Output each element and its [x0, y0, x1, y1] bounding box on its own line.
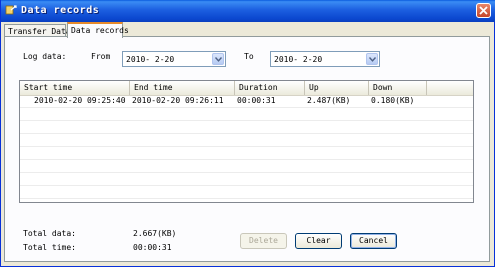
- from-date-select[interactable]: 2010- 2-20: [122, 51, 226, 67]
- total-time-value: 00:00:31: [133, 243, 172, 252]
- column-start-time[interactable]: Start time: [20, 81, 130, 95]
- cell-duration: 00:00:31: [237, 96, 276, 105]
- column-filler: [427, 81, 473, 95]
- to-date-value: 2010- 2-20: [274, 55, 323, 64]
- title-bar[interactable]: Data records: [1, 0, 495, 22]
- close-icon: [479, 6, 488, 15]
- column-up[interactable]: Up: [305, 81, 369, 95]
- grid-line: [20, 120, 473, 121]
- grid-line: [20, 198, 473, 199]
- cell-up: 2.487(KB): [307, 96, 351, 105]
- table-header: Start time End time Duration Up Down: [20, 81, 473, 96]
- table-row[interactable]: 2010-02-20 09:25:40 2010-02-20 09:26:11 …: [20, 95, 473, 108]
- data-records-icon: [5, 4, 17, 16]
- cancel-button[interactable]: Cancel: [350, 233, 397, 249]
- cell-down: 0.180(KB): [371, 96, 415, 105]
- grid-line: [20, 146, 473, 147]
- total-time-label: Total time:: [23, 243, 76, 252]
- column-end-time[interactable]: End time: [130, 81, 235, 95]
- from-label: From: [91, 52, 111, 61]
- to-label: To: [244, 52, 254, 61]
- from-date-value: 2010- 2-20: [126, 55, 175, 64]
- grid-line: [20, 185, 473, 186]
- chevron-down-icon[interactable]: [212, 53, 224, 65]
- delete-button[interactable]: Delete: [240, 233, 287, 249]
- chevron-down-icon[interactable]: [366, 53, 378, 65]
- window-title: Data records: [21, 5, 100, 16]
- grid-line: [20, 172, 473, 173]
- log-data-label: Log data:: [23, 52, 67, 61]
- grid-line: [20, 159, 473, 160]
- close-button[interactable]: [476, 3, 491, 18]
- cell-end-time: 2010-02-20 09:26:11: [132, 96, 224, 105]
- column-duration[interactable]: Duration: [235, 81, 305, 95]
- clear-button[interactable]: Clear: [295, 233, 342, 249]
- total-data-value: 2.667(KB): [133, 229, 177, 238]
- records-table[interactable]: Start time End time Duration Up Down 201…: [19, 80, 474, 203]
- grid-line: [20, 133, 473, 134]
- tab-data-records[interactable]: Data records: [67, 22, 129, 38]
- cell-start-time: 2010-02-20 09:25:40: [34, 96, 126, 105]
- column-down[interactable]: Down: [369, 81, 427, 95]
- to-date-select[interactable]: 2010- 2-20: [270, 51, 380, 67]
- data-records-window: Data records Transfer Data Data records …: [0, 0, 495, 267]
- total-data-label: Total data:: [23, 229, 76, 238]
